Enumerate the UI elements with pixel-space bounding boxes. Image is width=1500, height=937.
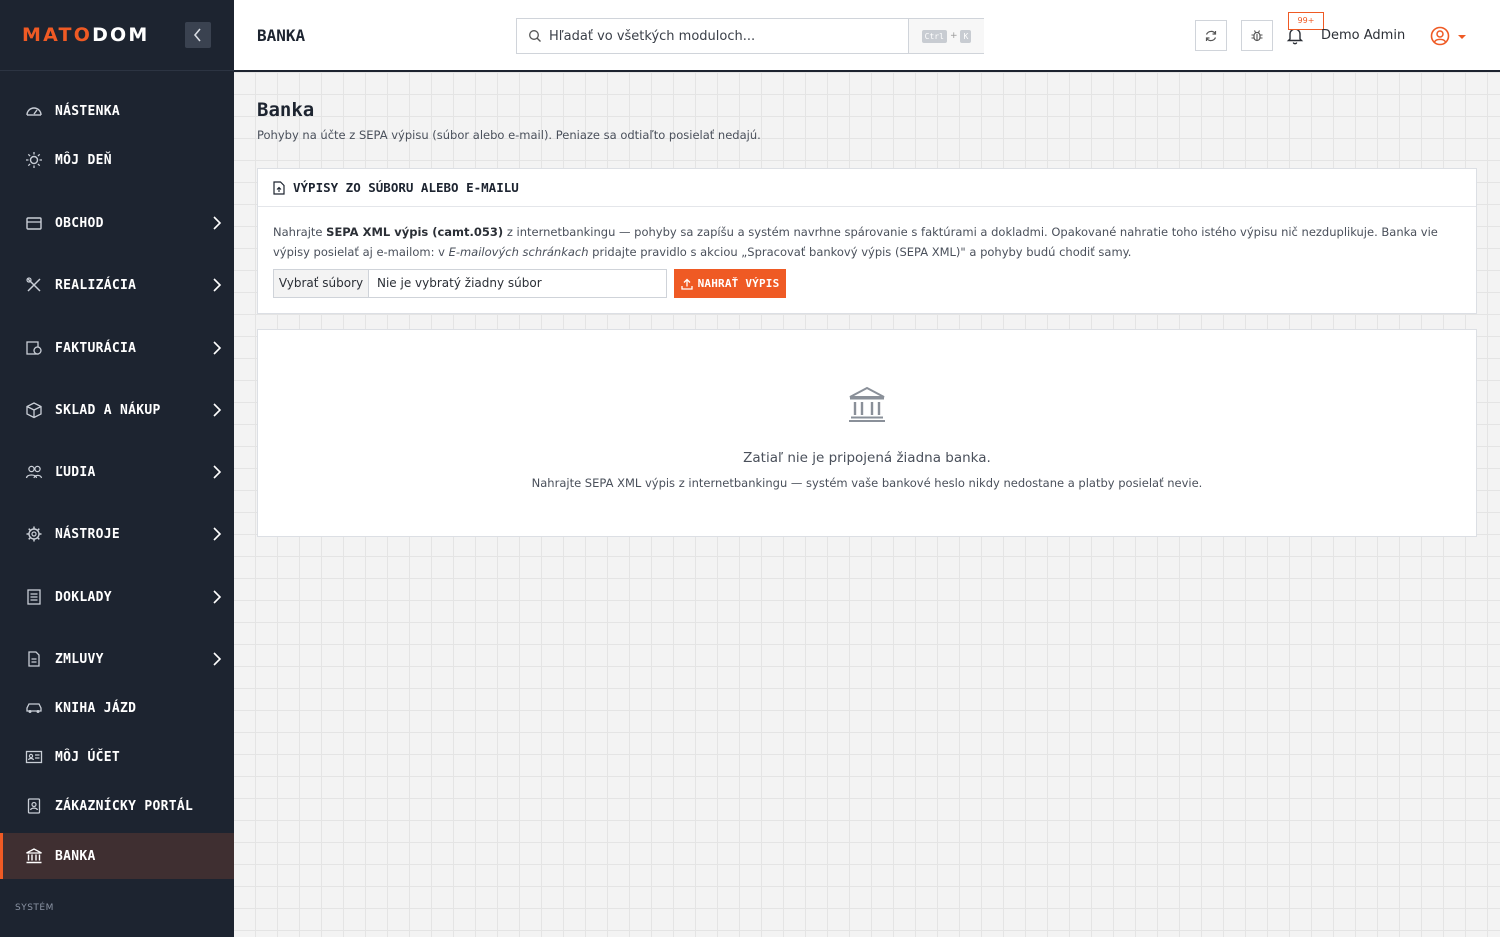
notification-badge: 99+ [1288,12,1324,30]
sidebar-item-label: MÔJ ÚČET [55,749,121,765]
sidebar-item-zakaznicky-portal[interactable]: ZÁKAZNÍCKY PORTÁL [0,783,234,829]
sidebar-item-sklad-a-nakup[interactable]: SKLAD A NÁKUP [0,387,234,433]
chevron-right-icon [213,652,222,666]
chevron-right-icon [213,590,222,604]
page-title: Banka [257,99,315,121]
sidebar-item-kniha-jazd[interactable]: KNIHA JÁZD [0,685,234,731]
chevron-right-icon [213,278,222,292]
empty-state-card: Zatiaľ nie je pripojená žiadna banka. Na… [257,329,1477,537]
sidebar-section-label: SYSTÉM [15,903,54,913]
refresh-icon [1205,30,1217,41]
bug-icon [1251,29,1263,41]
sun-icon [26,152,42,168]
instructions-text: Nahrajte [273,225,327,239]
sidebar-item-label: MÔJ DEŇ [55,152,112,168]
chevron-left-icon [193,28,201,42]
sidebar-item-banka[interactable]: BANKA [0,833,234,879]
people-icon [25,465,43,479]
id-card-icon [25,750,43,764]
sidebar-item-obchod[interactable]: OBCHOD [0,200,234,246]
refresh-button[interactable] [1195,20,1227,51]
chevron-right-icon [213,341,222,355]
sidebar-item-ludia[interactable]: ĽUDIA [0,449,234,495]
page-subtitle: Pohyby na účte z SEPA výpisu (súbor aleb… [257,128,761,142]
upload-button-label: NAHRAŤ VÝPIS [697,277,780,290]
sidebar-item-label: BANKA [55,848,96,864]
global-search: Ctrl + K [516,18,984,54]
shortcut-key-ctrl: Ctrl [921,29,947,43]
chevron-right-icon [213,216,222,230]
sidebar-collapse-button[interactable] [185,22,211,48]
user-avatar-icon[interactable] [1430,26,1450,46]
sidebar-item-label: OBCHOD [55,215,104,231]
inbox-icon [26,217,42,230]
chevron-right-icon [213,465,222,479]
upload-instructions: Nahrajte SEPA XML výpis (camt.053) z int… [273,222,1465,262]
upload-statement-button[interactable]: NAHRAŤ VÝPIS [674,269,786,298]
app-logo[interactable]: MATODOM [22,24,150,46]
document-list-icon [27,589,41,605]
portal-icon [27,798,41,814]
box-icon [26,402,42,419]
chevron-right-icon [213,527,222,541]
sidebar-item-label: ĽUDIA [55,464,96,480]
empty-state-title: Zatiaľ nie je pripojená žiadna banka. [743,450,991,466]
bank-icon [849,386,885,422]
sidebar: MATODOM NÁSTENKA MÔJ DEŇ OBCHOD REALIZÁC… [0,0,234,937]
user-name[interactable]: Demo Admin [1321,28,1405,43]
file-status-text: Nie je vybratý žiadny súbor [377,276,542,290]
sidebar-item-fakturacia[interactable]: FAKTURÁCIA [0,325,234,371]
sidebar-item-label: REALIZÁCIA [55,277,137,293]
shortcut-key-k: K [960,29,972,43]
search-shortcut-hint: Ctrl + K [908,19,984,53]
file-upload-icon [273,181,285,195]
invoice-icon [26,341,42,355]
user-menu-caret-icon[interactable] [1458,35,1466,39]
sidebar-item-moj-den[interactable]: MÔJ DEŇ [0,137,234,183]
brand-bar: MATODOM [0,0,234,71]
topbar-page-heading: BANKA [257,26,306,45]
car-icon [26,703,42,713]
search-icon [529,30,541,42]
sidebar-item-label: NÁSTENKA [55,103,121,119]
sidebar-item-label: DOKLADY [55,589,112,605]
instructions-text: pridajte pravidlo s akciou „Spracovať ba… [588,245,1132,259]
sidebar-item-label: KNIHA JÁZD [55,700,137,716]
sidebar-item-label: SKLAD A NÁKUP [55,402,161,418]
instructions-bold-text: SEPA XML výpis (camt.053) [326,225,504,239]
gear-icon [26,526,42,542]
contract-icon [28,651,40,667]
main-content: Banka Pohyby na účte z SEPA výpisu (súbo… [234,72,1500,937]
sidebar-item-doklady[interactable]: DOKLADY [0,574,234,620]
choose-files-button[interactable]: Vybrať súbory [274,270,369,297]
shortcut-plus: + [949,31,958,41]
sidebar-item-label: NÁSTROJE [55,526,121,542]
topbar: BANKA Ctrl + K 99+ Demo Admin [234,0,1500,72]
file-input[interactable]: Vybrať súbory Nie je vybratý žiadny súbo… [273,269,667,298]
bank-icon [26,848,42,864]
search-input[interactable] [549,19,905,53]
upload-icon [680,278,693,290]
sidebar-item-zmluvy[interactable]: ZMLUVY [0,636,234,682]
tools-icon [26,277,41,292]
instructions-italic-text: E-mailových schránkach [448,245,589,259]
sidebar-item-label: FAKTURÁCIA [55,340,137,356]
sidebar-item-label: ZMLUVY [55,651,104,667]
sidebar-item-nastroje[interactable]: NÁSTROJE [0,511,234,557]
sidebar-item-realizacia[interactable]: REALIZÁCIA [0,262,234,308]
sidebar-item-nastenka[interactable]: NÁSTENKA [0,88,234,134]
empty-state-text: Nahrajte SEPA XML výpis z internetbankin… [531,476,1203,490]
bug-report-button[interactable] [1241,20,1273,51]
card-title: VÝPISY ZO SÚBORU ALEBO E-MAILU [293,180,519,195]
card-header: VÝPISY ZO SÚBORU ALEBO E-MAILU [258,169,1476,207]
upload-statements-card: VÝPISY ZO SÚBORU ALEBO E-MAILU Nahrajte … [257,168,1477,314]
chevron-right-icon [213,403,222,417]
sidebar-item-label: ZÁKAZNÍCKY PORTÁL [55,798,194,814]
sidebar-item-moj-ucet[interactable]: MÔJ ÚČET [0,734,234,780]
dashboard-gauge-icon [26,107,42,116]
